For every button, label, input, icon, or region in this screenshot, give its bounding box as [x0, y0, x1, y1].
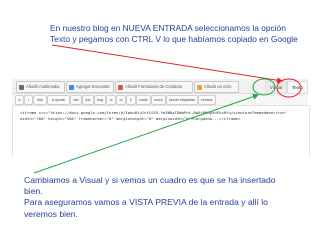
text-tab-highlight — [276, 78, 302, 98]
green-arrow — [33, 93, 259, 174]
red-arrow — [51, 44, 283, 84]
annotation-overlay — [33, 44, 302, 174]
visual-tab-highlight — [252, 78, 276, 96]
